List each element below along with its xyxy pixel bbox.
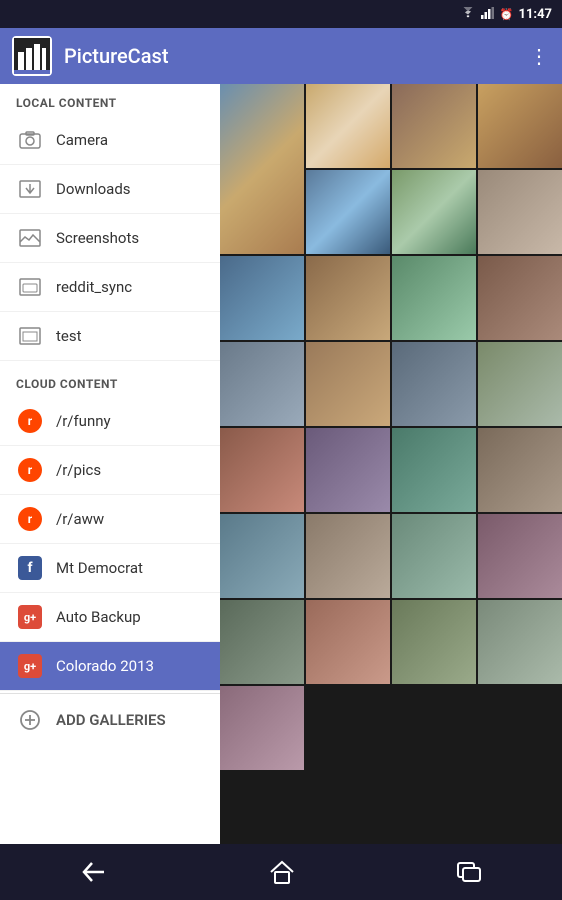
- photo-cell[interactable]: [392, 342, 476, 426]
- camera-label: Camera: [56, 131, 108, 149]
- sidebar: LOCAL CONTENT Camera Downloads: [0, 84, 220, 844]
- photo-grid: [220, 84, 562, 770]
- reddit-sync-label: reddit_sync: [56, 278, 132, 296]
- sidebar-item-r-pics[interactable]: r /r/pics: [0, 446, 220, 495]
- sidebar-item-mt-democrat[interactable]: f Mt Democrat: [0, 544, 220, 593]
- mt-democrat-label: Mt Democrat: [56, 559, 143, 577]
- test-label: test: [56, 327, 82, 345]
- reddit-aww-icon: r: [16, 505, 44, 533]
- sidebar-item-camera[interactable]: Camera: [0, 116, 220, 165]
- photo-grid-wrapper: [220, 84, 562, 844]
- status-icons: ⏰ 11:47: [460, 7, 552, 22]
- add-galleries-icon: [16, 706, 44, 734]
- main-layout: LOCAL CONTENT Camera Downloads: [0, 84, 562, 844]
- gplus-auto-backup-icon: g+: [16, 603, 44, 631]
- status-time: 11:47: [519, 7, 553, 22]
- photo-cell[interactable]: [220, 428, 304, 512]
- photo-cell[interactable]: [392, 170, 476, 254]
- photo-cell[interactable]: [392, 256, 476, 340]
- photo-cell[interactable]: [392, 84, 476, 168]
- sidebar-item-add-galleries[interactable]: ADD GALLERIES: [0, 693, 220, 746]
- app-bar: PictureCast ⋮: [0, 28, 562, 84]
- photo-cell[interactable]: [306, 600, 390, 684]
- r-pics-label: /r/pics: [56, 461, 101, 479]
- photo-cell[interactable]: [306, 170, 390, 254]
- wifi-icon: [460, 7, 476, 22]
- sidebar-item-test[interactable]: test: [0, 312, 220, 361]
- menu-button[interactable]: ⋮: [529, 44, 550, 68]
- photo-cell[interactable]: [392, 428, 476, 512]
- photo-cell[interactable]: [392, 514, 476, 598]
- sidebar-item-reddit-sync[interactable]: reddit_sync: [0, 263, 220, 312]
- app-title: PictureCast: [64, 44, 529, 68]
- photo-cell[interactable]: [478, 84, 562, 168]
- sidebar-item-auto-backup[interactable]: g+ Auto Backup: [0, 593, 220, 642]
- photo-cell[interactable]: [306, 342, 390, 426]
- auto-backup-label: Auto Backup: [56, 608, 141, 626]
- back-button[interactable]: [56, 853, 132, 891]
- signal-icon: [481, 7, 495, 22]
- facebook-icon: f: [16, 554, 44, 582]
- r-funny-label: /r/funny: [56, 412, 111, 430]
- app-logo: [12, 36, 52, 76]
- status-bar: ⏰ 11:47: [0, 0, 562, 28]
- reddit-pics-icon: r: [16, 456, 44, 484]
- downloads-label: Downloads: [56, 180, 131, 198]
- camera-icon: [16, 126, 44, 154]
- cloud-content-header: CLOUD CONTENT: [0, 365, 220, 397]
- photo-cell-tall[interactable]: [220, 84, 304, 254]
- reddit-funny-icon: r: [16, 407, 44, 435]
- sidebar-item-r-funny[interactable]: r /r/funny: [0, 397, 220, 446]
- photo-cell[interactable]: [220, 342, 304, 426]
- alarm-icon: ⏰: [500, 8, 514, 21]
- recents-button[interactable]: [432, 853, 506, 891]
- r-aww-label: /r/aww: [56, 510, 104, 528]
- logo-svg: [14, 38, 50, 74]
- photo-cell[interactable]: [220, 686, 304, 770]
- photo-cell[interactable]: [306, 84, 390, 168]
- photo-cell[interactable]: [306, 514, 390, 598]
- gplus-colorado-icon: g+: [16, 652, 44, 680]
- screenshots-label: Screenshots: [56, 229, 139, 247]
- photo-cell[interactable]: [478, 342, 562, 426]
- sidebar-item-colorado-2013[interactable]: g+ Colorado 2013: [0, 642, 220, 691]
- photo-cell[interactable]: [478, 514, 562, 598]
- photo-cell[interactable]: [306, 428, 390, 512]
- nav-bar: [0, 844, 562, 900]
- photo-cell[interactable]: [478, 170, 562, 254]
- screenshots-icon: [16, 224, 44, 252]
- sidebar-item-screenshots[interactable]: Screenshots: [0, 214, 220, 263]
- photo-cell[interactable]: [478, 600, 562, 684]
- add-galleries-label: ADD GALLERIES: [56, 711, 166, 729]
- reddit-sync-icon: [16, 273, 44, 301]
- photo-cell[interactable]: [478, 428, 562, 512]
- sidebar-item-downloads[interactable]: Downloads: [0, 165, 220, 214]
- photo-cell[interactable]: [220, 600, 304, 684]
- photo-cell[interactable]: [220, 256, 304, 340]
- home-button[interactable]: [245, 852, 319, 892]
- colorado-2013-label: Colorado 2013: [56, 657, 154, 675]
- local-content-header: LOCAL CONTENT: [0, 84, 220, 116]
- photo-cell[interactable]: [306, 256, 390, 340]
- test-icon: [16, 322, 44, 350]
- photo-cell[interactable]: [220, 514, 304, 598]
- downloads-icon: [16, 175, 44, 203]
- photo-cell[interactable]: [392, 600, 476, 684]
- sidebar-item-r-aww[interactable]: r /r/aww: [0, 495, 220, 544]
- photo-cell[interactable]: [478, 256, 562, 340]
